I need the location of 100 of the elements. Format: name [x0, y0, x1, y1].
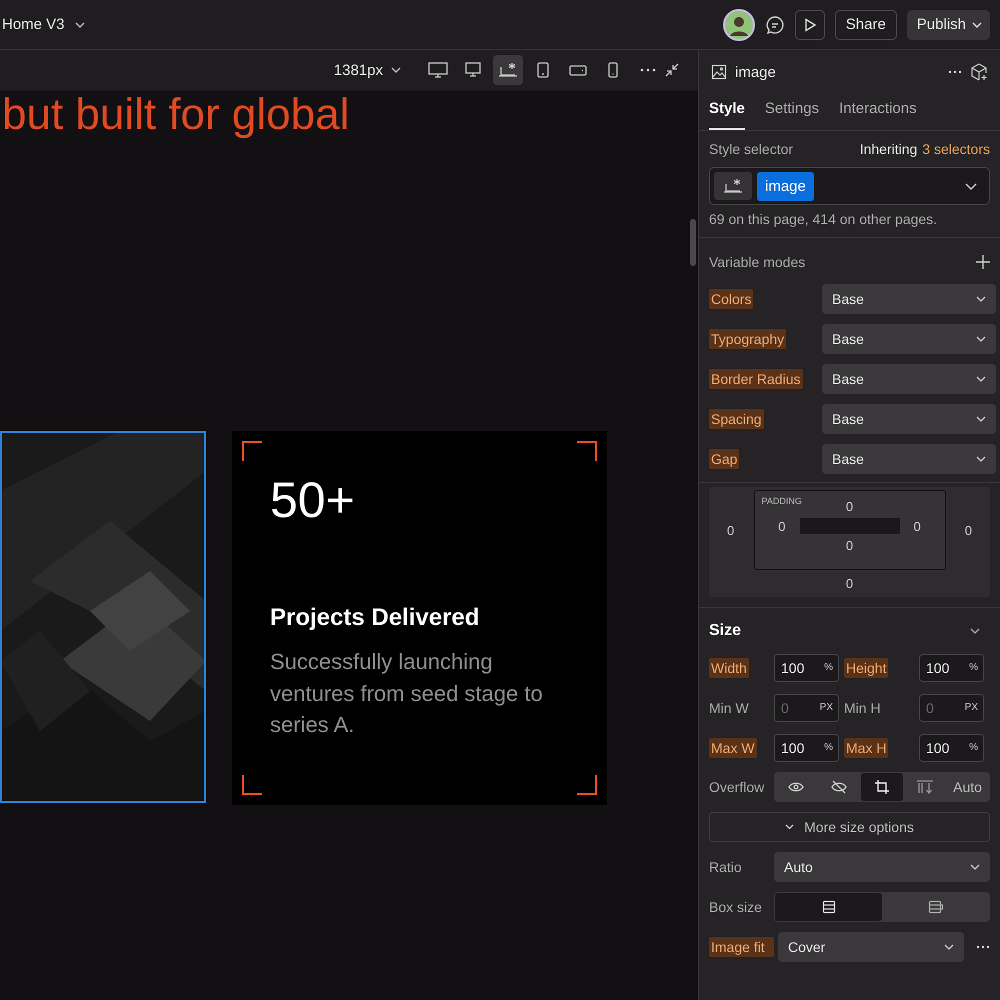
mode-dropdown[interactable]: Base: [822, 404, 996, 434]
selectors-link[interactable]: 3 selectors: [922, 141, 990, 157]
mode-label: Typography: [709, 329, 786, 349]
border-box-icon: [822, 900, 836, 914]
inheriting-text: Inheriting: [860, 141, 918, 157]
section-label: Variable modes: [709, 254, 806, 270]
unit-label[interactable]: %: [824, 662, 833, 673]
image-icon: [711, 64, 727, 80]
monitor-icon: [463, 61, 483, 79]
chevron-down-icon: [970, 864, 980, 870]
scroll-icon: [916, 780, 934, 794]
size-label: Max W: [709, 738, 757, 758]
box-size-label: Box size: [709, 899, 763, 915]
chevron-down-icon: [785, 824, 794, 830]
unit-label[interactable]: PX: [820, 702, 833, 713]
chevron-down-icon[interactable]: [391, 67, 401, 73]
ratio-dropdown[interactable]: Auto: [774, 852, 990, 882]
more-icon[interactable]: [976, 945, 990, 949]
panel-tab[interactable]: Interactions: [839, 94, 917, 130]
share-button[interactable]: Share: [834, 10, 897, 40]
chevron-down-icon: [976, 336, 986, 342]
corner-mark: [577, 775, 597, 796]
padding-value[interactable]: 0: [778, 518, 786, 534]
chevron-down-icon: [976, 296, 986, 302]
eye-slash-icon: [831, 780, 848, 794]
margin-value[interactable]: 0: [846, 576, 854, 591]
chevron-down-icon: [972, 22, 982, 28]
play-icon: [802, 18, 817, 32]
overflow-label: Overflow: [709, 779, 766, 795]
mode-label: Border Radius: [709, 369, 802, 389]
mode-dropdown[interactable]: Base: [822, 364, 996, 394]
size-label: Min W: [709, 700, 749, 716]
preview-button[interactable]: [794, 10, 825, 40]
overflow-option[interactable]: Auto: [946, 773, 989, 801]
overflow-clip-button[interactable]: [860, 773, 904, 801]
chevron-down-icon[interactable]: [970, 628, 980, 634]
corner-mark: [242, 775, 262, 796]
margin-value[interactable]: 0: [727, 523, 734, 538]
size-label: Max H: [844, 738, 888, 758]
eye-icon: [788, 781, 804, 793]
section-heading: but built for global: [2, 91, 350, 140]
breakpoint-button[interactable]: [493, 55, 523, 85]
unit-label[interactable]: %: [969, 662, 978, 673]
more-size-options-button[interactable]: More size options: [709, 812, 990, 842]
mode-dropdown[interactable]: Base: [822, 284, 996, 314]
content-box-icon: [928, 900, 944, 914]
padding-value[interactable]: 0: [914, 518, 921, 534]
section-title: Size: [709, 622, 742, 640]
padding-value[interactable]: 0: [846, 499, 854, 514]
corner-mark: [242, 441, 262, 462]
padding-value[interactable]: 0: [846, 538, 854, 553]
laptop-star-icon: [498, 61, 518, 79]
size-label: Height: [844, 658, 888, 678]
unit-label[interactable]: PX: [964, 702, 978, 713]
base-breakpoint-icon: [714, 172, 752, 200]
monitor-icon: [428, 61, 448, 79]
ratio-label: Ratio: [709, 859, 743, 875]
image-fit-dropdown[interactable]: Cover: [778, 932, 964, 962]
mode-label: Gap: [709, 449, 740, 469]
unit-label[interactable]: %: [824, 742, 833, 753]
chevron-down-icon[interactable]: [965, 182, 977, 190]
chevron-down-icon: [976, 456, 986, 462]
chevron-down-icon: [976, 416, 986, 422]
class-chip[interactable]: image: [757, 172, 814, 200]
crop-icon: [874, 779, 890, 795]
image-fit-label: Image fit: [709, 937, 774, 957]
corner-mark: [577, 441, 597, 462]
avatar[interactable]: [722, 8, 755, 40]
size-label: Width: [709, 658, 749, 678]
scrollbar[interactable]: [690, 219, 696, 266]
mode-label: Spacing: [709, 409, 764, 429]
mode-dropdown[interactable]: Base: [822, 444, 996, 474]
padding-label: PADDING: [762, 496, 802, 506]
comment-icon[interactable]: [764, 14, 785, 34]
card-text: Successfully launching ventures from seed stage to series A.: [270, 648, 544, 739]
unit-label[interactable]: %: [969, 742, 978, 753]
publish-button[interactable]: Publish: [906, 10, 990, 40]
usage-text: 69 on this page, 414 on other pages.: [709, 211, 938, 227]
box-size-border-box-button[interactable]: [775, 893, 882, 921]
panel-tab[interactable]: Settings: [764, 94, 820, 130]
style-selector-label: Style selector: [709, 141, 794, 157]
chevron-down-icon[interactable]: [74, 22, 85, 28]
stat-number: 50+: [270, 473, 356, 528]
selector-field[interactable]: image: [709, 167, 990, 205]
cube-plus-icon[interactable]: [970, 63, 988, 81]
collapse-icon[interactable]: [664, 62, 680, 78]
more-icon[interactable]: [640, 68, 656, 72]
panel-tab[interactable]: Style: [709, 94, 745, 130]
element-name: image: [735, 64, 776, 80]
card-title: Projects Delivered: [270, 604, 480, 632]
chevron-down-icon: [944, 944, 954, 950]
margin-value[interactable]: 0: [964, 523, 972, 538]
page-name[interactable]: Home V3: [2, 16, 65, 33]
mode-dropdown[interactable]: Base: [822, 324, 996, 354]
size-label: Min H: [844, 700, 881, 716]
add-icon[interactable]: [976, 255, 990, 269]
more-icon[interactable]: [948, 70, 962, 74]
canvas-width[interactable]: 1381px: [334, 62, 383, 78]
chevron-down-icon: [976, 376, 986, 382]
mode-label: Colors: [709, 289, 754, 309]
